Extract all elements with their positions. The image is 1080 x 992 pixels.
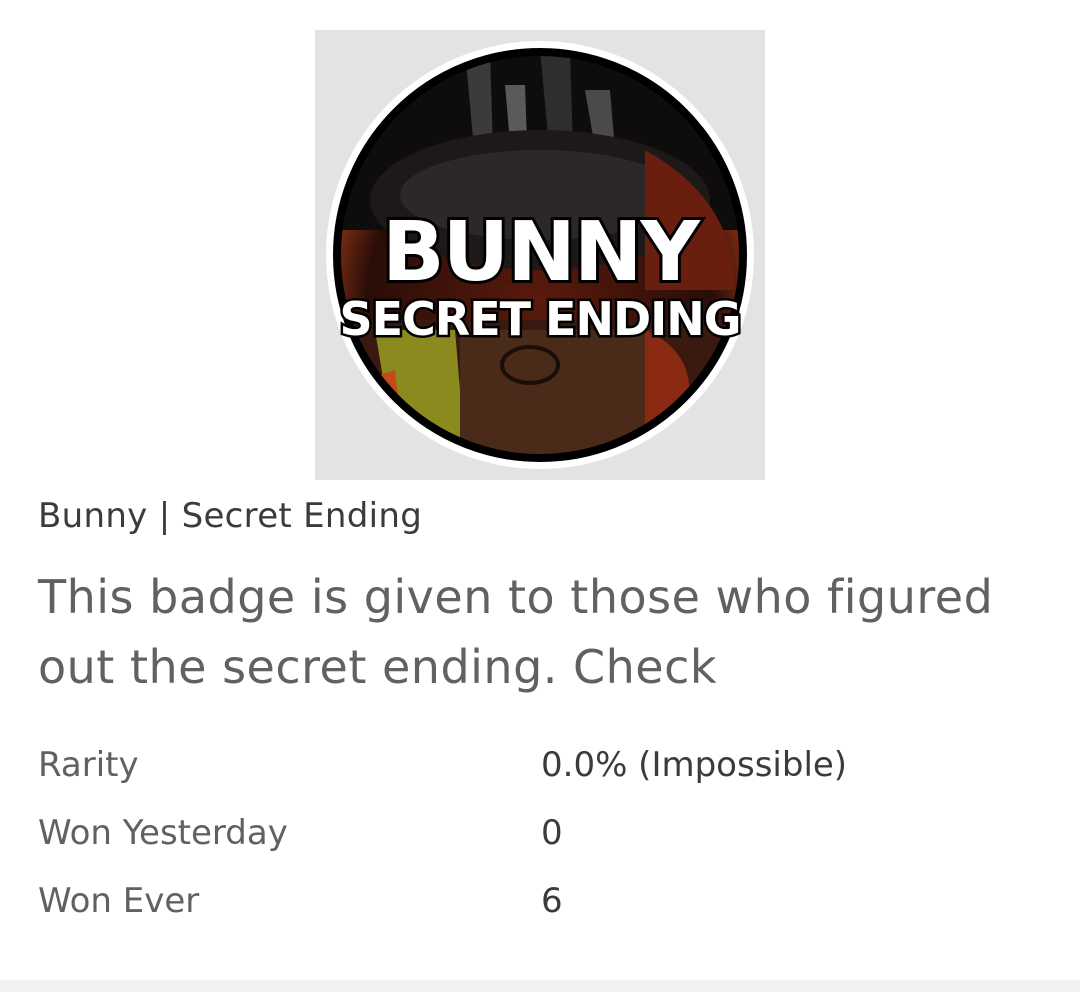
bottom-divider [0, 980, 1080, 992]
badge-image-subtitle: SECRET ENDING [339, 292, 740, 346]
badge-description: This badge is given to those who figured… [38, 570, 994, 694]
badge-image-title: BUNNY [382, 205, 701, 300]
stat-value: 0.0% (Impossible) [541, 745, 848, 785]
stat-label: Rarity [38, 745, 139, 785]
badge-image: BUNNY SECRET ENDING [326, 41, 754, 469]
badge-stats: Rarity 0.0% (Impossible) Won Yesterday 0… [38, 735, 1038, 939]
stat-value: 0 [541, 813, 563, 853]
badge-name: Bunny | Secret Ending [38, 496, 423, 536]
stat-label: Won Yesterday [38, 813, 288, 853]
stat-row-rarity: Rarity 0.0% (Impossible) [38, 735, 1038, 803]
stat-label: Won Ever [38, 881, 200, 921]
badge-card: BUNNY SECRET ENDING Bunny | Secret Endin… [0, 0, 1080, 980]
stat-value: 6 [541, 881, 563, 921]
stat-row-won-yesterday: Won Yesterday 0 [38, 803, 1038, 871]
stat-row-won-ever: Won Ever 6 [38, 871, 1038, 939]
badge-thumbnail: BUNNY SECRET ENDING [315, 30, 765, 480]
